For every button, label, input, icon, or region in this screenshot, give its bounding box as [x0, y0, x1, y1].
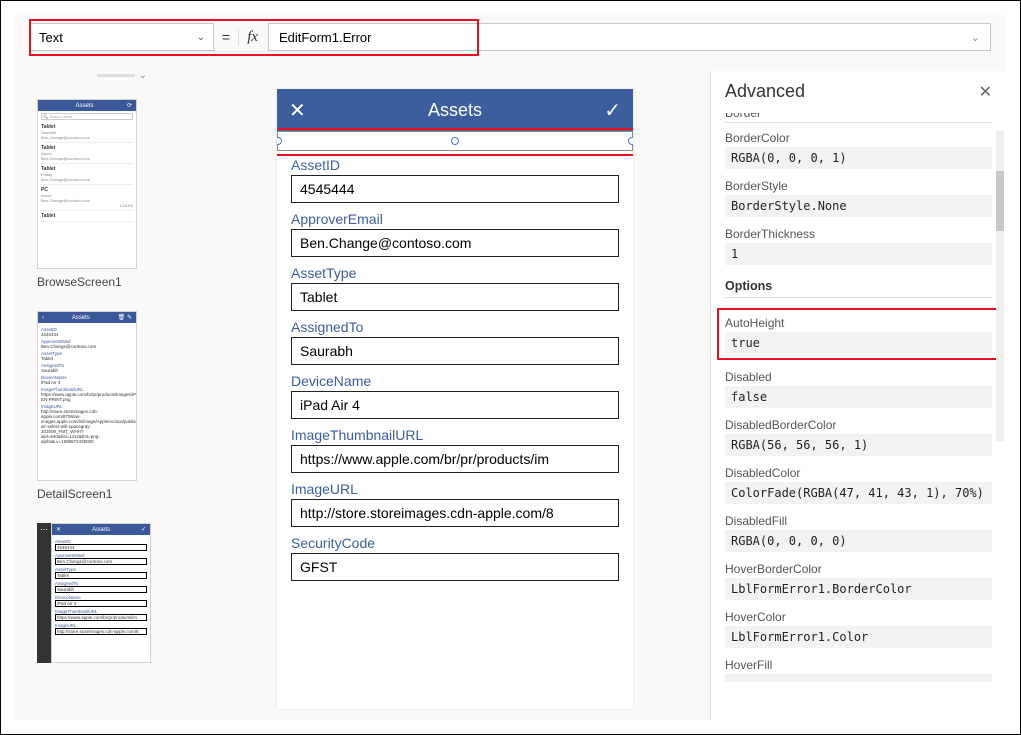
- form-field: ImageURL http://store.storeimages.cdn-app…: [291, 481, 619, 527]
- prop-label-autoheight: AutoHeight: [725, 316, 992, 330]
- formula-input[interactable]: EditForm1.Error ⌄: [268, 23, 991, 51]
- prop-label: DisabledColor: [725, 466, 992, 480]
- prop-value[interactable]: LblFormError1.BorderColor: [725, 578, 992, 600]
- section-border-cut: Border: [725, 113, 992, 123]
- prop-label: BorderColor: [725, 131, 992, 145]
- form-field: ApproverEmail Ben.Change@contoso.com: [291, 211, 619, 257]
- advanced-panel: Advanced ✕ Border BorderColor RGBA(0, 0, …: [710, 71, 1006, 720]
- form-field: AssignedTo Saurabh: [291, 319, 619, 365]
- form-field: AssetType Tablet: [291, 265, 619, 311]
- property-row: HoverBorderColor LblFormError1.BorderColo…: [725, 562, 992, 600]
- prop-label: BorderThickness: [725, 227, 992, 241]
- thumb-label: BrowseScreen1: [37, 275, 167, 289]
- prop-value[interactable]: [725, 674, 992, 682]
- equals-sign: =: [220, 29, 232, 45]
- property-row: BorderStyle BorderStyle.None: [725, 179, 992, 217]
- prop-value[interactable]: RGBA(0, 0, 0, 0): [725, 530, 992, 552]
- property-row: DisabledBorderColor RGBA(56, 56, 56, 1): [725, 418, 992, 456]
- thumb-detail[interactable]: ‹Assets🗑 ✎ AssetID4545444ApproverEMailBe…: [37, 311, 167, 501]
- field-label: DeviceName: [291, 373, 619, 389]
- field-label: AssignedTo: [291, 319, 619, 335]
- property-row: BorderThickness 1: [725, 227, 992, 265]
- property-row: BorderColor RGBA(0, 0, 0, 1): [725, 131, 992, 169]
- resize-handle[interactable]: [628, 137, 633, 145]
- prop-label: BorderStyle: [725, 179, 992, 193]
- prop-label: DisabledFill: [725, 514, 992, 528]
- prop-label: HoverFill: [725, 658, 992, 672]
- thumb-title: Assets: [75, 103, 93, 109]
- prop-value[interactable]: BorderStyle.None: [725, 195, 992, 217]
- formula-expression: EditForm1.Error: [279, 30, 371, 45]
- form-field: AssetID 4545444: [291, 157, 619, 203]
- form-field: ImageThumbnailURL https://www.apple.com/b…: [291, 427, 619, 473]
- form-body: AssetID 4545444 ApproverEmail Ben.Change@co…: [277, 151, 633, 595]
- field-label: ImageThumbnailURL: [291, 427, 619, 443]
- chevron-down-icon: ⌄: [197, 32, 205, 43]
- property-row: DisabledColor ColorFade(RGBA(47, 41, 43, …: [725, 466, 992, 504]
- property-row: HoverFill: [725, 658, 992, 682]
- thumb-label: DetailScreen1: [37, 487, 167, 501]
- prop-value[interactable]: RGBA(0, 0, 0, 1): [725, 147, 992, 169]
- property-row: DisabledFill RGBA(0, 0, 0, 0): [725, 514, 992, 552]
- field-input[interactable]: Saurabh: [291, 337, 619, 365]
- form-header: ✕ Assets ✓: [277, 89, 633, 131]
- panel-collapse-handle[interactable]: ⌄: [97, 69, 147, 81]
- prop-value[interactable]: ColorFade(RGBA(47, 41, 43, 1), 70%): [725, 482, 992, 504]
- ellipsis-icon[interactable]: ⋯: [37, 523, 51, 663]
- chevron-down-icon: ⌄: [139, 70, 147, 81]
- thumb-edit[interactable]: ⋯ ✕Assets✓ AssetID4545444ApproverEMailBe…: [37, 523, 167, 663]
- advanced-title: Advanced: [725, 81, 805, 102]
- field-input[interactable]: http://store.storeimages.cdn-apple.com/8: [291, 499, 619, 527]
- field-input[interactable]: GFST: [291, 553, 619, 581]
- section-options: Options: [725, 275, 992, 298]
- screen-thumbnails: Assets⟳ 🔍 Search items TabletSaurabhBen.…: [37, 99, 167, 663]
- form-title: Assets: [428, 100, 482, 121]
- property-row: HoverColor LblFormError1.Color: [725, 610, 992, 648]
- prop-label: DisabledBorderColor: [725, 418, 992, 432]
- prop-value[interactable]: 1: [725, 243, 992, 265]
- field-label: AssetType: [291, 265, 619, 281]
- check-icon[interactable]: ✓: [604, 98, 621, 123]
- field-input[interactable]: https://www.apple.com/br/pr/products/im: [291, 445, 619, 473]
- thumb-title: Assets: [72, 315, 90, 321]
- field-input[interactable]: 4545444: [291, 175, 619, 203]
- field-input[interactable]: iPad Air 4: [291, 391, 619, 419]
- fx-icon: fx: [238, 29, 262, 46]
- selected-error-label[interactable]: A: [277, 131, 633, 151]
- field-label: ApproverEmail: [291, 211, 619, 227]
- close-icon[interactable]: ✕: [979, 82, 992, 102]
- property-row: Disabled false: [725, 370, 992, 408]
- prop-value-autoheight[interactable]: true: [725, 332, 992, 354]
- prop-label: HoverColor: [725, 610, 992, 624]
- field-input[interactable]: Tablet: [291, 283, 619, 311]
- form-field: SecurityCode GFST: [291, 535, 619, 581]
- property-selector-value: Text: [39, 30, 63, 45]
- prop-value[interactable]: RGBA(56, 56, 56, 1): [725, 434, 992, 456]
- resize-handle[interactable]: [451, 137, 459, 145]
- scrollbar-thumb[interactable]: [996, 171, 1004, 231]
- field-label: SecurityCode: [291, 535, 619, 551]
- field-label: ImageURL: [291, 481, 619, 497]
- field-input[interactable]: Ben.Change@contoso.com: [291, 229, 619, 257]
- resize-handle[interactable]: [277, 137, 282, 145]
- thumb-browse[interactable]: Assets⟳ 🔍 Search items TabletSaurabhBen.…: [37, 99, 167, 289]
- edit-form-canvas: ✕ Assets ✓ A AssetID 4545444 ApproverEmail…: [277, 89, 633, 709]
- prop-label: Disabled: [725, 370, 992, 384]
- thumb-title: Assets: [92, 527, 110, 533]
- chevron-down-icon[interactable]: ⌄: [971, 31, 980, 44]
- close-icon[interactable]: ✕: [289, 98, 306, 123]
- property-selector[interactable]: Text ⌄: [30, 23, 214, 51]
- form-field: DeviceName iPad Air 4: [291, 373, 619, 419]
- field-label: AssetID: [291, 157, 619, 173]
- prop-label: HoverBorderColor: [725, 562, 992, 576]
- formula-bar: Text ⌄ = fx EditForm1.Error ⌄: [30, 23, 991, 51]
- prop-value[interactable]: false: [725, 386, 992, 408]
- prop-value[interactable]: LblFormError1.Color: [725, 626, 992, 648]
- highlight-autoheight: AutoHeight true: [717, 308, 1000, 360]
